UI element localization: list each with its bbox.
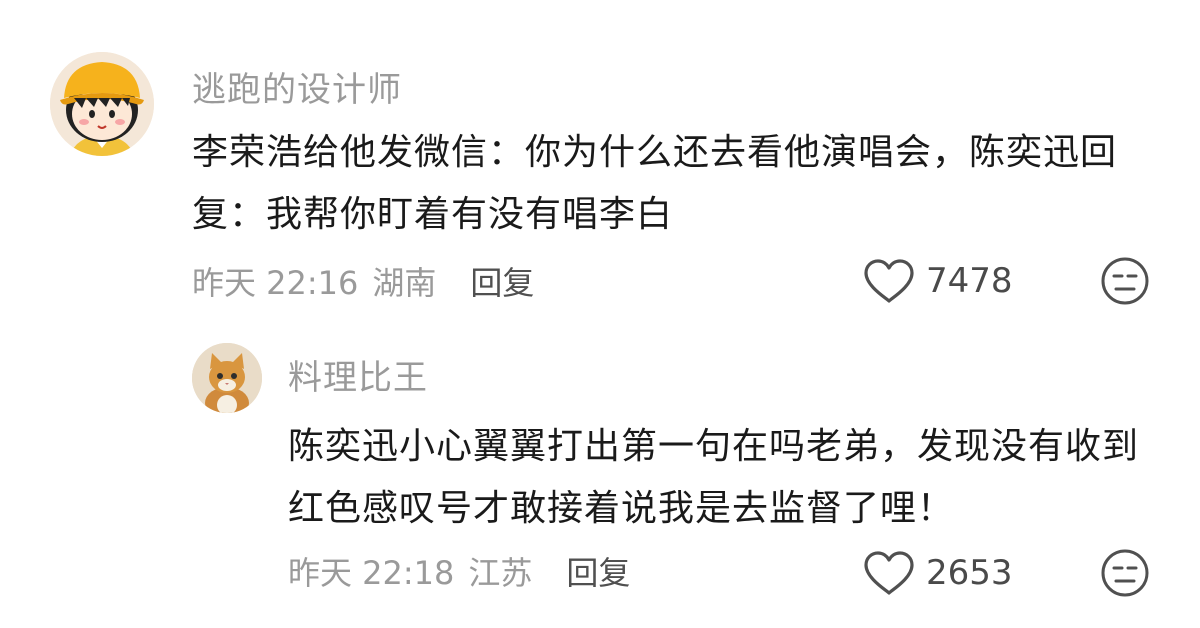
like-count: 2653 bbox=[926, 553, 1013, 593]
timestamp: 昨天 22:18 bbox=[288, 554, 455, 592]
like-button[interactable]: 7478 bbox=[862, 258, 1038, 304]
like-count: 7478 bbox=[926, 261, 1013, 301]
unamused-face-icon bbox=[1101, 549, 1149, 597]
heart-outline-icon bbox=[864, 259, 914, 303]
unamused-face-icon bbox=[1101, 257, 1149, 305]
username[interactable]: 料理比王 bbox=[288, 350, 428, 399]
comment-text: 陈奕迅小心翼翼打出第一句在吗老弟，发现没有收到红色感叹号才敢接着说我是去监督了哩… bbox=[288, 426, 1140, 529]
reply-button[interactable]: 回复 bbox=[470, 258, 534, 304]
location: 湖南 bbox=[372, 264, 437, 302]
comment-text: 李荣浩给他发微信：你为什么还去看他演唱会，陈奕迅回复：我帮你盯着有没有唱李白 bbox=[192, 132, 1118, 235]
timestamp: 昨天 22:16 bbox=[192, 264, 359, 302]
comment-meta: 昨天 22:18 江苏 回复 bbox=[288, 548, 630, 594]
cartoon-girl-avatar-icon bbox=[50, 52, 154, 156]
heart-outline-icon bbox=[864, 551, 914, 595]
location: 江苏 bbox=[468, 554, 533, 592]
dislike-button[interactable] bbox=[1100, 548, 1150, 598]
comment-actions: 7478 bbox=[862, 256, 1150, 306]
comment-thread: 逃跑的设计师 李荣浩给他发微信：你为什么还去看他演唱会，陈奕迅回复：我帮你盯着有… bbox=[0, 0, 1200, 628]
like-button[interactable]: 2653 bbox=[862, 550, 1038, 596]
username[interactable]: 逃跑的设计师 bbox=[192, 62, 402, 111]
avatar[interactable] bbox=[192, 343, 262, 413]
orange-cat-avatar-icon bbox=[192, 343, 262, 413]
dislike-button[interactable] bbox=[1100, 256, 1150, 306]
avatar[interactable] bbox=[50, 52, 154, 156]
reply-button[interactable]: 回复 bbox=[566, 548, 630, 594]
comment-actions: 2653 bbox=[862, 548, 1150, 598]
comment-meta: 昨天 22:16 湖南 回复 bbox=[192, 258, 534, 304]
